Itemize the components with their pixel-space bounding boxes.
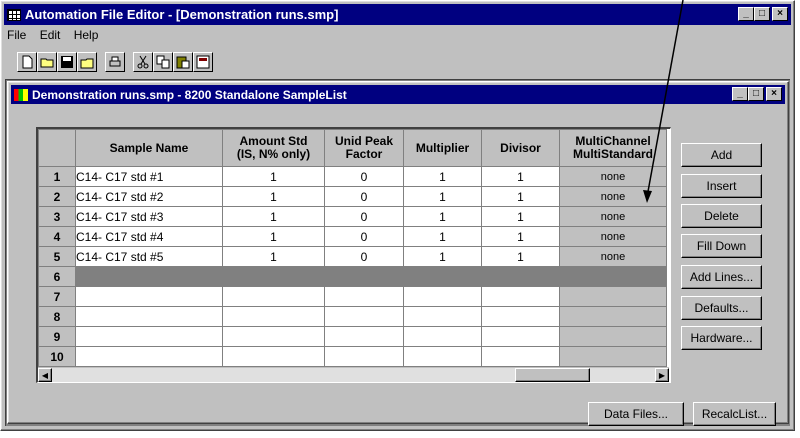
annotation-arrow (643, 0, 684, 203)
